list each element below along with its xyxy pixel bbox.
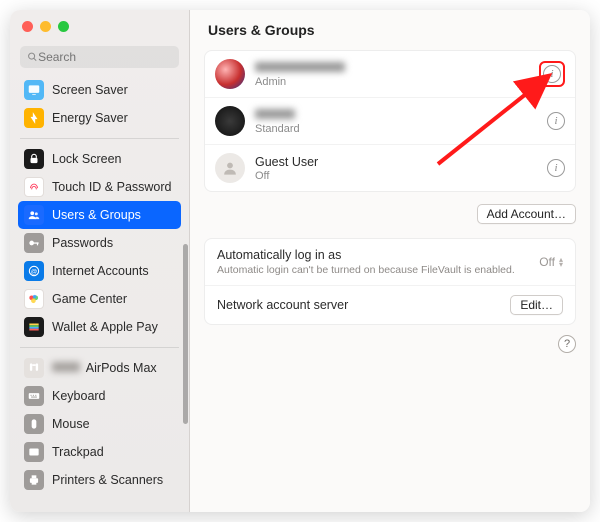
sidebar-item-lock-screen[interactable]: Lock Screen: [18, 145, 181, 173]
settings-list: Automatically log in as Automatic login …: [204, 238, 576, 325]
sidebar-item-label: Trackpad: [52, 445, 175, 459]
search-field[interactable]: [20, 46, 179, 68]
pane-title: Users & Groups: [190, 10, 590, 46]
sidebar-item-label: Wallet & Apple Pay: [52, 320, 175, 334]
avatar: [215, 153, 245, 183]
sidebar-item-label: Internet Accounts: [52, 264, 175, 278]
setting-title: Network account server: [217, 298, 500, 312]
add-account-button[interactable]: Add Account…: [477, 204, 576, 224]
touch-id-icon: [24, 177, 44, 197]
annotation-arrow-icon: [428, 64, 568, 174]
sidebar-item-keyboard[interactable]: Keyboard: [18, 382, 181, 410]
main-pane: Users & Groups Admin i Standard i: [190, 10, 590, 512]
sidebar-item-mouse[interactable]: Mouse: [18, 410, 181, 438]
autologin-row[interactable]: Automatically log in as Automatic login …: [205, 239, 575, 286]
passwords-icon: [24, 233, 44, 253]
energy-saver-icon: [24, 108, 44, 128]
help-button[interactable]: ?: [558, 335, 576, 353]
trackpad-icon: [24, 442, 44, 462]
setting-subtitle: Automatic login can't be turned on becau…: [217, 264, 529, 276]
sidebar-item-label: Users & Groups: [52, 208, 175, 222]
sidebar-item-touch-id[interactable]: Touch ID & Password: [18, 173, 181, 201]
internet-accounts-icon: @: [24, 261, 44, 281]
sidebar-item-label: Keyboard: [52, 389, 175, 403]
sidebar-item-users-groups[interactable]: Users & Groups: [18, 201, 181, 229]
users-groups-icon: [24, 205, 44, 225]
sidebar-item-label: Lock Screen: [52, 152, 175, 166]
airpods-icon: [24, 358, 44, 378]
game-center-icon: [24, 289, 44, 309]
sidebar-divider: [20, 138, 179, 139]
svg-text:@: @: [31, 268, 38, 275]
sidebar-scrollbar[interactable]: [183, 244, 188, 424]
screen-saver-icon: [24, 80, 44, 100]
wallet-icon: [24, 317, 44, 337]
window-controls: [10, 10, 189, 32]
chevron-up-down-icon: ▴▾: [559, 257, 563, 267]
keyboard-icon: [24, 386, 44, 406]
network-account-row: Network account server Edit…: [205, 286, 575, 324]
close-window-button[interactable]: [22, 21, 33, 32]
sidebar-list[interactable]: Screen Saver Energy Saver Lock Screen: [10, 74, 189, 512]
sidebar-item-label: Game Center: [52, 292, 175, 306]
sidebar-item-printers[interactable]: Printers & Scanners: [18, 466, 181, 494]
avatar: [215, 106, 245, 136]
sidebar-item-passwords[interactable]: Passwords: [18, 229, 181, 257]
sidebar-divider: [20, 347, 179, 348]
sidebar-item-label: Printers & Scanners: [52, 473, 175, 487]
sidebar-item-game-center[interactable]: Game Center: [18, 285, 181, 313]
sidebar: Screen Saver Energy Saver Lock Screen: [10, 10, 190, 512]
autologin-value[interactable]: Off ▴▾: [539, 255, 563, 269]
sidebar-item-airpods[interactable]: AirPods Max: [18, 354, 181, 382]
sidebar-item-label: Passwords: [52, 236, 175, 250]
sidebar-item-trackpad[interactable]: Trackpad: [18, 438, 181, 466]
minimize-window-button[interactable]: [40, 21, 51, 32]
sidebar-item-label: Mouse: [52, 417, 175, 431]
sidebar-item-label: Touch ID & Password: [52, 180, 175, 194]
avatar: [215, 59, 245, 89]
sidebar-item-internet-accounts[interactable]: @ Internet Accounts: [18, 257, 181, 285]
search-input[interactable]: [38, 50, 172, 64]
sidebar-item-label: AirPods Max: [52, 361, 175, 375]
sidebar-item-screen-saver[interactable]: Screen Saver: [18, 76, 181, 104]
edit-button[interactable]: Edit…: [510, 295, 563, 315]
search-icon: [27, 51, 38, 63]
sidebar-item-label: Energy Saver: [52, 111, 175, 125]
printers-icon: [24, 470, 44, 490]
lock-screen-icon: [24, 149, 44, 169]
mouse-icon: [24, 414, 44, 434]
settings-window: Screen Saver Energy Saver Lock Screen: [10, 10, 590, 512]
sidebar-item-wallet[interactable]: Wallet & Apple Pay: [18, 313, 181, 341]
fullscreen-window-button[interactable]: [58, 21, 69, 32]
sidebar-item-energy-saver[interactable]: Energy Saver: [18, 104, 181, 132]
setting-title: Automatically log in as: [217, 248, 529, 262]
sidebar-item-label: Screen Saver: [52, 83, 175, 97]
